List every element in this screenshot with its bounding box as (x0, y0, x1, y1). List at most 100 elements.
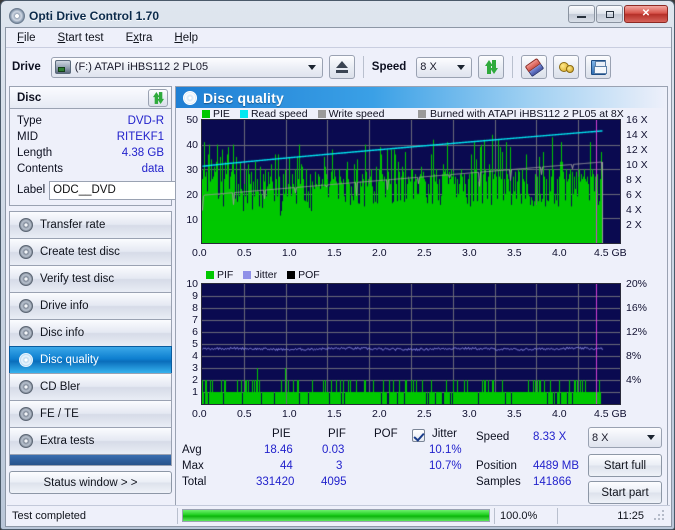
disc-icon (19, 434, 33, 448)
pie-ytick-20: 20 (186, 189, 198, 201)
maximize-button[interactable] (596, 5, 623, 23)
pif-xtick-3: 1.5 (327, 408, 342, 420)
stats-col-pif: PIF (328, 428, 346, 440)
test-speed-value: 8 X (592, 431, 609, 444)
sidebar-item-verify-test-disc[interactable]: Verify test disc (9, 265, 172, 293)
chevron-down-icon (457, 64, 466, 70)
sidebar-item-drive-info[interactable]: Drive info (9, 292, 172, 320)
pif-ytick-1: 1 (192, 386, 198, 398)
toolbar-separator (362, 56, 364, 78)
pif-xtick-1: 0.5 (237, 408, 252, 420)
save-button[interactable] (585, 55, 612, 79)
disc-icon (19, 326, 33, 340)
sidebar-item-extra-tests[interactable]: Extra tests (9, 427, 172, 455)
pie-y2tick-10x: 10 X (626, 159, 648, 171)
refresh-button[interactable] (478, 55, 505, 79)
eject-button[interactable] (328, 55, 355, 79)
disc-row-type-value: DVD-R (127, 115, 164, 127)
pif-ytick-4: 4 (192, 350, 198, 362)
drive-icon (54, 60, 71, 74)
stats-max-pif: 3 (336, 460, 343, 472)
pie-xtick-4: 2.0 (372, 247, 387, 259)
sidebar-item-fe-te[interactable]: FE / TE (9, 400, 172, 428)
status-separator (177, 507, 178, 524)
start-full-button[interactable]: Start full (588, 454, 662, 477)
menu-start-test[interactable]: Start test (55, 30, 107, 46)
pif-xtick-9: 4.5 GB (594, 408, 627, 420)
legend-label-pif: PIF (217, 269, 234, 281)
disc-row-mid-key: MID (17, 131, 39, 143)
sidebar-item-create-test-disc[interactable]: Create test disc (9, 238, 172, 266)
sidebar-item-disc-info[interactable]: Disc info (9, 319, 172, 347)
pie-xtick-1: 0.5 (237, 247, 252, 259)
stats-avg-pif: 0.03 (322, 444, 345, 456)
speed-select[interactable]: 8 X (416, 56, 473, 78)
stats-col-pie: PIE (272, 428, 291, 440)
disc-icon (19, 245, 33, 259)
pif-y2tick-8: 8% (626, 350, 642, 362)
test-speed-select[interactable]: 8 X (588, 427, 662, 448)
menu-help[interactable]: Help (171, 30, 201, 46)
sidebar-item-disc-quality[interactable]: Disc quality (9, 346, 172, 374)
pif-ytick-6: 6 (192, 326, 198, 338)
sidebar-item-label: CD Bler (40, 381, 81, 393)
menu-file[interactable]: File (14, 30, 39, 46)
status-window-button[interactable]: Status window > > (9, 471, 172, 494)
resize-grip[interactable] (654, 509, 666, 522)
sidebar-item-transfer-rate[interactable]: Transfer rate (9, 211, 172, 239)
sidebar-item-label: Verify test disc (40, 273, 115, 285)
legend-swatch-pif (206, 271, 214, 279)
eject-icon (335, 61, 348, 68)
stats-speed-label: Speed (476, 431, 510, 443)
client-area: File Start test Extra Help Drive (F:) AT… (5, 27, 672, 527)
disc-row-length: Length 4.38 GB (17, 145, 164, 161)
close-button[interactable]: ✕ (624, 5, 668, 23)
page-title: Disc quality (203, 89, 284, 106)
status-bar: Test completed 100.0% 11:25 (7, 505, 670, 525)
drive-select[interactable]: (F:) ATAPI iHBS112 2 PL05 (50, 56, 323, 78)
speed-label: Speed (371, 61, 407, 73)
disc-refresh-button[interactable] (148, 88, 168, 107)
pie-xtick-6: 3.0 (462, 247, 477, 259)
disc-row-contents: Contents data (17, 161, 164, 177)
sidebar-item-label: Extra tests (40, 435, 95, 447)
stats-col-jitter: Jitter (432, 428, 457, 440)
sidebar-item-label: Drive info (40, 300, 89, 312)
disc-quality-icon (183, 90, 197, 105)
drive-select-value: (F:) ATAPI iHBS112 2 PL05 (74, 61, 209, 73)
disc-row-type-key: Type (17, 115, 42, 127)
disc-label-row: Label (17, 180, 236, 200)
sidebar-item-cd-bler[interactable]: CD Bler (9, 373, 172, 401)
stats-row-total-label: Total (182, 476, 207, 488)
stats-avg-jitter: 10.1% (429, 444, 462, 456)
chevron-down-icon (307, 64, 316, 70)
disc-panel-header: Disc (9, 86, 172, 108)
settings-button[interactable] (553, 55, 580, 79)
chevron-down-icon (647, 435, 655, 440)
pif-xtick-4: 2.0 (372, 408, 387, 420)
erase-button[interactable] (521, 55, 548, 79)
pie-xtick-2: 1.0 (282, 247, 297, 259)
window-title: Opti Drive Control 1.70 (29, 9, 160, 23)
stats-position-label: Position (476, 460, 517, 472)
legend-label-pof: POF (298, 269, 320, 281)
app-disc-icon (9, 8, 25, 24)
menu-extra[interactable]: Extra (123, 30, 156, 46)
refresh-icon (484, 60, 499, 74)
disc-row-contents-key: Contents (17, 163, 64, 175)
pif-ytick-8: 8 (192, 302, 198, 314)
stats-max-jitter: 10.7% (429, 460, 462, 472)
minimize-button[interactable] (568, 5, 595, 23)
pie-y2tick-2x: 2 X (626, 219, 642, 231)
legend-swatch-jitter (243, 271, 252, 279)
legend-swatch-write-speed (317, 110, 326, 118)
legend-swatch-pie (202, 110, 210, 118)
jitter-checkbox[interactable] (412, 429, 425, 442)
pie-chart: PIE Read speed Write speed Burned with A… (176, 108, 667, 268)
nav-list: Transfer rate Create test disc Verify te… (9, 211, 172, 466)
progress-percent: 100.0% (500, 509, 538, 522)
start-part-button[interactable]: Start part (588, 481, 662, 504)
stats-samples-value: 141866 (533, 476, 572, 488)
pif-ytick-10: 10 (186, 278, 198, 290)
disc-icon (19, 380, 33, 394)
